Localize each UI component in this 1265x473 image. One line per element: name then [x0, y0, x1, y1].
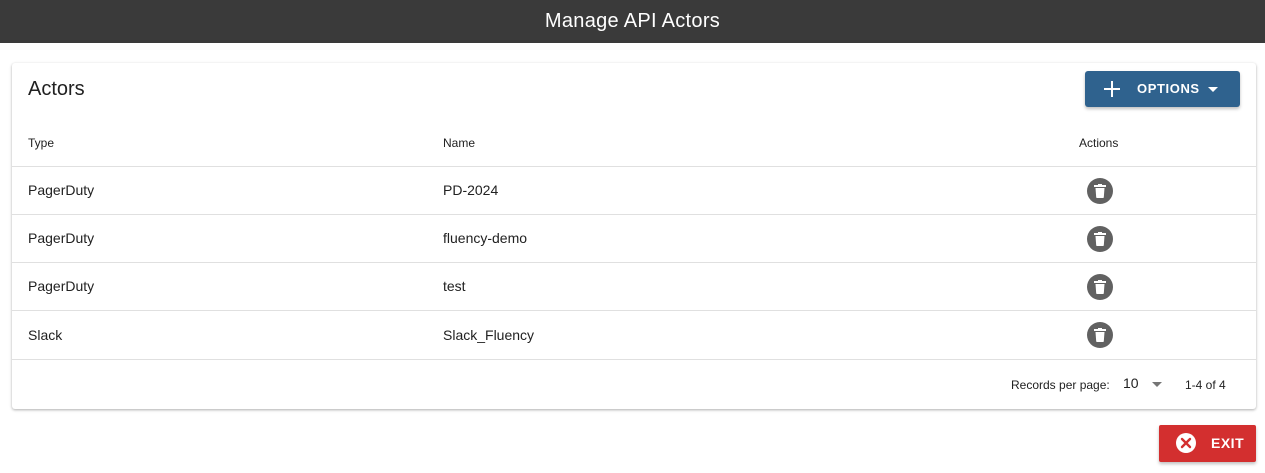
close-circle-icon: [1176, 433, 1196, 453]
exit-button-label: EXIT: [1211, 435, 1245, 451]
records-per-page-select[interactable]: 10: [1123, 372, 1163, 394]
plus-icon: [1104, 81, 1120, 97]
table-row: PagerDuty test: [12, 263, 1256, 311]
table-row: PagerDuty fluency-demo: [12, 215, 1256, 263]
delete-button[interactable]: [1087, 322, 1113, 348]
exit-button[interactable]: EXIT: [1159, 425, 1256, 462]
delete-button[interactable]: [1087, 274, 1113, 300]
caret-down-icon: [1152, 382, 1162, 387]
trash-icon: [1094, 280, 1106, 294]
column-header-name: Name: [443, 136, 476, 150]
options-button[interactable]: OPTIONS: [1085, 71, 1240, 107]
table-pagination: Records per page: 10 1-4 of 4: [12, 360, 1256, 409]
actors-card: Actors OPTIONS Type Name Actions PagerDu…: [12, 63, 1256, 409]
pagination-range: 1-4 of 4: [1185, 378, 1226, 392]
cell-name: Slack_Fluency: [443, 327, 535, 343]
table-header: Type Name Actions: [12, 118, 1256, 167]
cell-type: PagerDuty: [28, 182, 95, 198]
trash-icon: [1094, 328, 1106, 342]
options-button-label: OPTIONS: [1137, 81, 1200, 96]
cell-name: fluency-demo: [443, 230, 528, 246]
cell-type: PagerDuty: [28, 278, 95, 294]
trash-icon: [1094, 232, 1106, 246]
records-per-page-value: 10: [1123, 375, 1139, 391]
cell-type: PagerDuty: [28, 230, 95, 246]
column-header-actions: Actions: [1079, 136, 1119, 150]
column-header-type: Type: [28, 136, 55, 150]
records-per-page-label: Records per page:: [1011, 378, 1110, 392]
card-title: Actors: [28, 78, 85, 100]
app-header: Manage API Actors: [0, 0, 1265, 43]
caret-down-icon: [1208, 87, 1218, 92]
delete-button[interactable]: [1087, 226, 1113, 252]
cell-name: PD-2024: [443, 182, 499, 198]
table-row: Slack Slack_Fluency: [12, 311, 1256, 360]
delete-button[interactable]: [1087, 178, 1113, 204]
trash-icon: [1094, 184, 1106, 198]
cell-name: test: [443, 278, 466, 294]
cell-type: Slack: [28, 327, 63, 343]
page-title: Manage API Actors: [544, 10, 721, 32]
table-row: PagerDuty PD-2024: [12, 167, 1256, 215]
